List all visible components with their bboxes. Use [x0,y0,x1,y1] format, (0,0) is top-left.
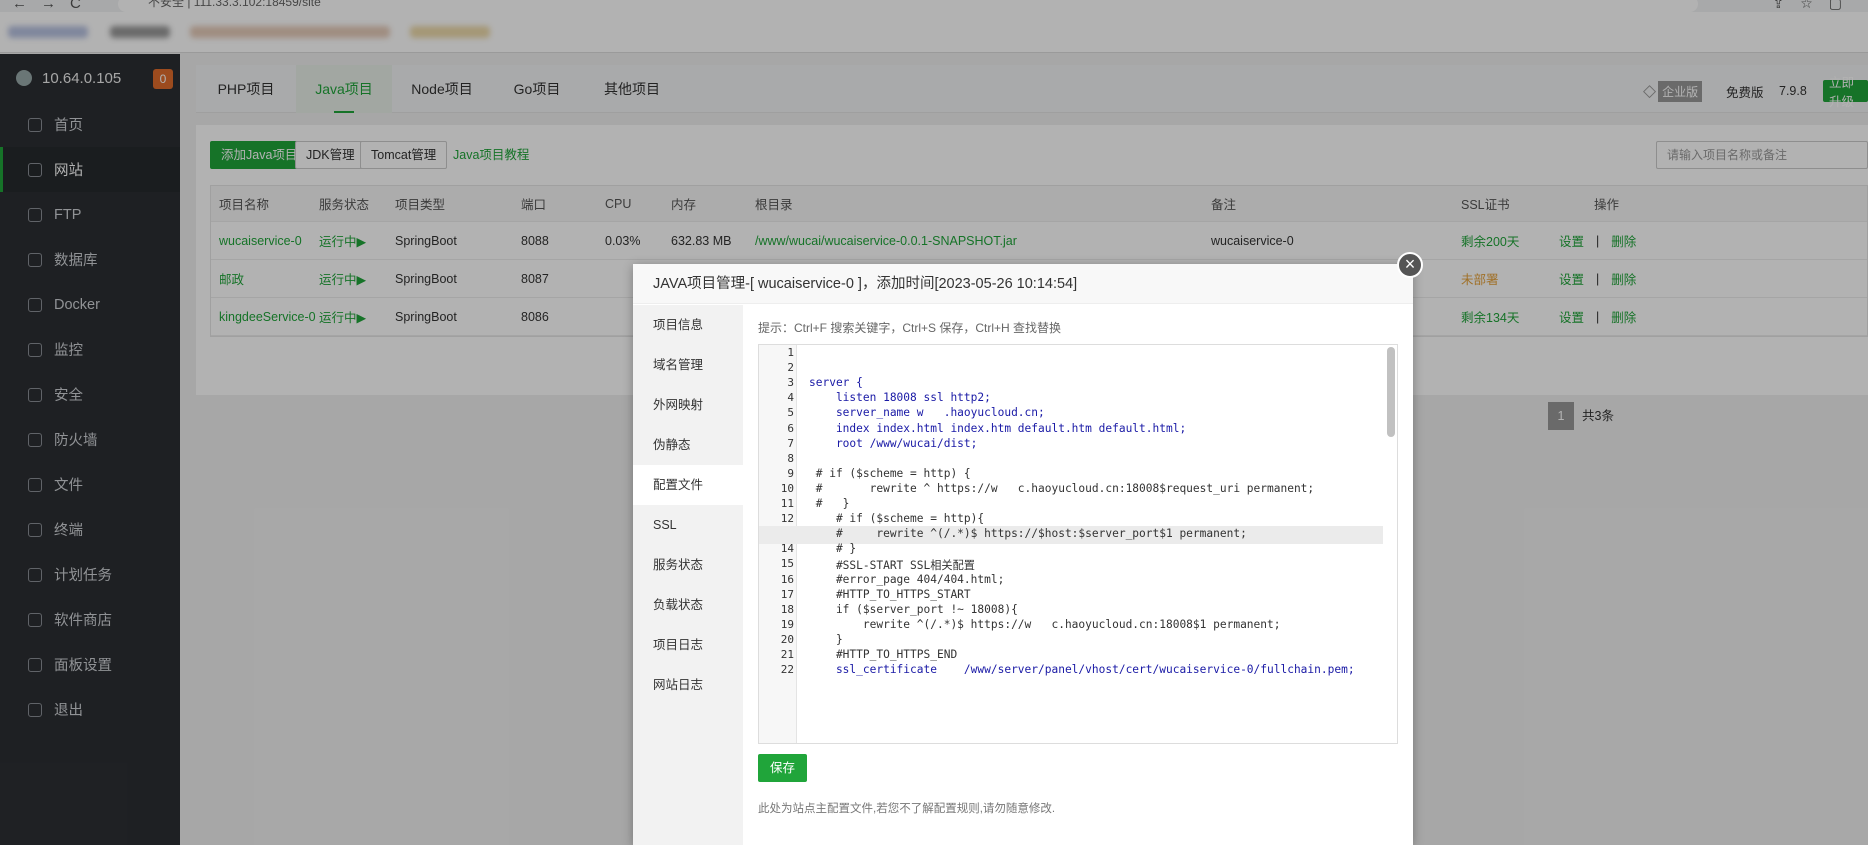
line-number: 4 [787,391,794,405]
code-line: # rewrite ^ https://w c.haoyucloud.cn:18… [809,481,1315,495]
java-project-modal: JAVA项目管理-[ wucaiservice-0 ]，添加时间[2023-05… [633,264,1413,845]
code-line: #SSL-START SSL相关配置 [809,559,975,573]
line-number: 10 [780,481,794,495]
modal-nav-item-6[interactable]: 服务状态 [633,545,743,585]
code-line: } [809,632,843,646]
code-line: server_name w .haoyucloud.cn; [809,406,1045,420]
editor-scrollbar[interactable] [1387,347,1395,437]
line-number: 9 [787,466,794,480]
modal-nav-item-5[interactable]: SSL [633,505,743,545]
modal-title: JAVA项目管理-[ wucaiservice-0 ]，添加时间[2023-05… [633,264,1413,304]
line-number: 8 [787,451,794,465]
code-line: ssl_certificate /www/server/panel/vhost/… [809,663,1355,677]
modal-nav-item-3[interactable]: 伪静态 [633,425,743,465]
code-line: server { [809,376,863,390]
line-number: 12 [780,512,794,526]
line-number: 6 [787,421,794,435]
modal-nav-item-9[interactable]: 网站日志 [633,665,743,705]
code-line: index index.html index.htm default.htm d… [809,421,1187,435]
line-number: 19 [780,617,794,631]
line-number: 2 [787,361,794,375]
modal-nav-item-4[interactable]: 配置文件 [633,465,743,505]
code-line: listen 18008 ssl http2; [809,391,991,405]
modal-nav-item-2[interactable]: 外网映射 [633,385,743,425]
code-line: #HTTP_TO_HTTPS_START [809,587,971,601]
save-button[interactable]: 保存 [758,754,808,782]
line-number: 16 [780,572,794,586]
line-number: 21 [780,648,794,661]
line-number: 11 [780,497,794,510]
code-line: # } [809,542,857,556]
line-number: 18 [780,602,794,616]
code-line: # } [809,497,850,510]
code-line: #HTTP_TO_HTTPS_END [809,648,958,661]
modal-nav-item-1[interactable]: 域名管理 [633,345,743,385]
code-line: root /www/wucai/dist; [809,436,978,450]
code-line: # rewrite ^(/.*)$ https://$host:$server_… [809,527,1247,541]
line-number: 20 [780,632,794,646]
modal-nav-item-0[interactable]: 项目信息 [633,305,743,345]
config-editor[interactable]: 12345678910111213141516171819202122 serv… [758,344,1398,744]
code-line: if ($server_port !~ 18008){ [809,602,1018,616]
line-number: 14 [780,542,794,556]
line-number: 1 [787,346,794,359]
config-note: 此处为站点主配置文件,若您不了解配置规则,请勿随意修改. [758,803,1056,815]
code-line: # if ($scheme = http){ [809,512,985,526]
modal-nav-item-8[interactable]: 项目日志 [633,625,743,665]
line-number: 15 [780,557,794,571]
editor-tip: 提示：Ctrl+F 搜索关键字，Ctrl+S 保存，Ctrl+H 查找替换 [758,321,1062,335]
line-number: 3 [787,376,794,390]
line-number: 17 [780,587,794,601]
modal-nav-item-7[interactable]: 负载状态 [633,585,743,625]
line-number: 7 [787,436,794,450]
line-number: 5 [787,406,794,420]
code-line: #error_page 404/404.html; [809,572,1005,586]
line-number: 22 [780,663,794,677]
code-line: rewrite ^(/.*)$ https://w c.haoyucloud.c… [809,617,1281,631]
close-modal-button[interactable]: × [1397,252,1423,278]
code-line: # if ($scheme = http) { [809,466,971,480]
modal-nav: 项目信息 域名管理 外网映射 伪静态 配置文件 SSL 服务状态 负载状态 项目日志 网站日志 [633,305,743,845]
